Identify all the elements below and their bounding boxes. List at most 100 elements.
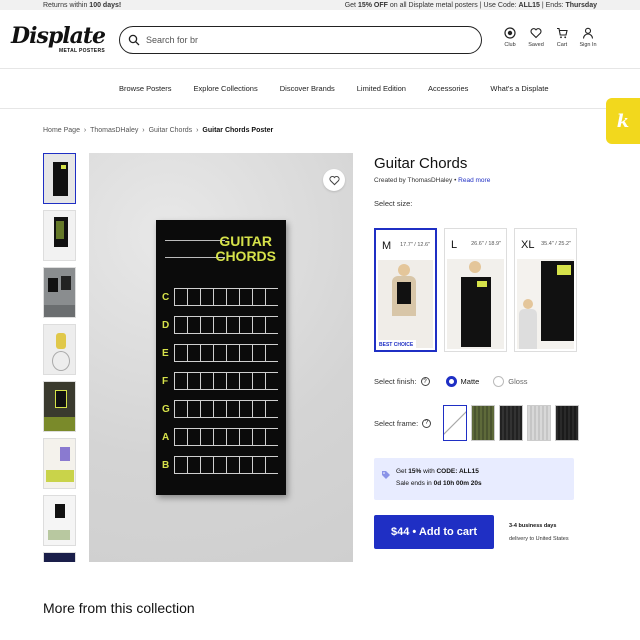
frame-help-icon[interactable]: ? (422, 418, 432, 428)
club-button[interactable]: Club (501, 27, 519, 48)
saved-button[interactable]: Saved (527, 27, 545, 48)
size-label: M (382, 240, 392, 252)
search-bar[interactable] (119, 26, 482, 54)
thumbnail-8[interactable] (43, 552, 76, 562)
cart-button[interactable]: Cart (553, 27, 571, 48)
promo-box: Get 15% with CODE: ALL15 Sale ends in 0d… (374, 458, 574, 500)
chord-row-e: E (162, 344, 278, 362)
frame-none[interactable] (443, 405, 468, 441)
nav-limited-edition[interactable]: Limited Edition (357, 84, 406, 93)
nav-accessories[interactable]: Accessories (428, 84, 468, 93)
chord-row-b: B (162, 456, 278, 474)
discount-text: Get 15% OFF on all Displate metal poster… (344, 1, 597, 9)
select-size-label: Select size: (374, 199, 413, 208)
finish-option-matte[interactable]: Matte (445, 376, 479, 387)
size-option-m[interactable]: M 17.7" / 12.6" BEST CHOICE (374, 228, 437, 352)
finish-selector: Select finish: ? Matte Gloss (374, 376, 527, 387)
poster-artwork: GUITAR CHORDS C D E F G A B (156, 220, 286, 495)
size-preview (517, 259, 574, 349)
cart-label: Cart (556, 42, 568, 48)
returns-text: Returns within 100 days! (43, 1, 122, 9)
logo-word: Displate (11, 22, 106, 49)
frame-natural-wood[interactable] (471, 405, 496, 441)
size-label: XL (521, 239, 535, 251)
sign-in-button[interactable]: Sign In (579, 27, 597, 48)
size-dims: 26.6" / 18.9" (471, 241, 501, 247)
main-nav: Browse Posters Explore Collections Disco… (0, 69, 640, 109)
nav-discover-brands[interactable]: Discover Brands (280, 84, 335, 93)
crumb-sep: › (142, 127, 145, 134)
shipping-time: 3-4 business days (509, 523, 557, 529)
read-more-link[interactable]: Read more (458, 177, 490, 184)
chord-row-d: D (162, 316, 278, 334)
fab-glyph: k (616, 110, 630, 132)
promo-line-2: Sale ends in 0d 10h 00m 20s (396, 480, 482, 487)
nav-whats-a-displate[interactable]: What's a Displate (490, 84, 548, 93)
frame-black-wood[interactable] (499, 405, 524, 441)
finish-option-gloss[interactable]: Gloss (493, 376, 527, 387)
search-input[interactable] (146, 35, 446, 45)
thumbnail-4[interactable] (43, 324, 76, 375)
crumb-artist[interactable]: ThomasDHaley (90, 127, 138, 134)
more-from-collection-heading: More from this collection (43, 600, 195, 616)
chord-row-a: A (162, 428, 278, 446)
thumbnail-2[interactable] (43, 210, 76, 261)
crumb-current: Guitar Chords Poster (202, 127, 274, 134)
add-to-cart-button[interactable]: $44 • Add to cart (374, 515, 494, 549)
saved-label: Saved (528, 42, 544, 48)
chord-row-f: F (162, 372, 278, 390)
frame-graphite[interactable] (555, 405, 580, 441)
chord-row-g: G (162, 400, 278, 418)
finish-help-icon[interactable]: ? (420, 377, 430, 386)
heart-icon (530, 28, 542, 39)
nav-browse-posters[interactable]: Browse Posters (119, 84, 172, 93)
radio-gloss[interactable] (493, 376, 505, 387)
shipping-destination: delivery to United States (509, 536, 569, 542)
product-title: Guitar Chords (374, 155, 468, 172)
help-fab[interactable]: k (606, 98, 640, 144)
heart-icon (328, 175, 340, 185)
promo-line-1: Get 15% with CODE: ALL15 (396, 468, 479, 475)
crumb-sep: › (196, 127, 199, 134)
user-icon (582, 27, 594, 39)
thumbnail-3[interactable] (43, 267, 76, 318)
thumbnail-7[interactable] (43, 495, 76, 546)
save-heart-button[interactable] (323, 169, 345, 191)
crumb-collection[interactable]: Guitar Chords (149, 127, 193, 134)
logo-sub: METAL POSTERS (59, 47, 105, 54)
breadcrumb: Home Page › ThomasDHaley › Guitar Chords… (43, 127, 275, 134)
nav-explore-collections[interactable]: Explore Collections (194, 84, 258, 93)
crumb-sep: › (83, 127, 87, 134)
thumbnail-6[interactable] (43, 438, 76, 489)
club-icon (504, 27, 516, 39)
poster-title: GUITAR CHORDS (215, 233, 276, 264)
chord-row-c: C (162, 288, 278, 306)
site-header: Displate METAL POSTERS Club Saved Cart S… (0, 10, 640, 69)
size-preview (447, 259, 504, 349)
size-options: M 17.7" / 12.6" BEST CHOICE L 26.6" / 18… (374, 228, 577, 352)
thumbnail-strip (43, 153, 77, 562)
size-preview (378, 260, 433, 348)
best-choice-badge: BEST CHOICE (376, 340, 417, 350)
size-label: L (451, 239, 458, 251)
frame-label: Select frame: (374, 418, 419, 428)
size-dims: 17.7" / 12.6" (400, 242, 430, 248)
promo-topbar: Returns within 100 days! Get 15% OFF on … (0, 0, 640, 10)
shipping-info: 3-4 business days delivery to United Sta… (509, 520, 569, 546)
creator-line: Created by ThomasDHaley • Read more (374, 177, 491, 184)
crumb-home[interactable]: Home Page (43, 127, 80, 134)
search-icon (128, 34, 140, 46)
size-option-l[interactable]: L 26.6" / 18.9" (444, 228, 507, 352)
size-option-xl[interactable]: XL 35.4" / 25.2" (514, 228, 577, 352)
thumbnail-1[interactable] (43, 153, 76, 204)
size-dims: 35.4" / 25.2" (541, 241, 571, 247)
thumbnail-5[interactable] (43, 381, 76, 432)
club-label: Club (504, 42, 516, 48)
displate-logo[interactable]: Displate METAL POSTERS (11, 25, 106, 54)
product-gallery: GUITAR CHORDS C D E F G A B (89, 153, 353, 562)
tag-icon (382, 471, 390, 479)
cart-icon (557, 27, 568, 39)
frame-white-wood[interactable] (527, 405, 552, 441)
frame-selector: Select frame: ? (374, 405, 583, 441)
radio-matte[interactable] (445, 376, 457, 387)
